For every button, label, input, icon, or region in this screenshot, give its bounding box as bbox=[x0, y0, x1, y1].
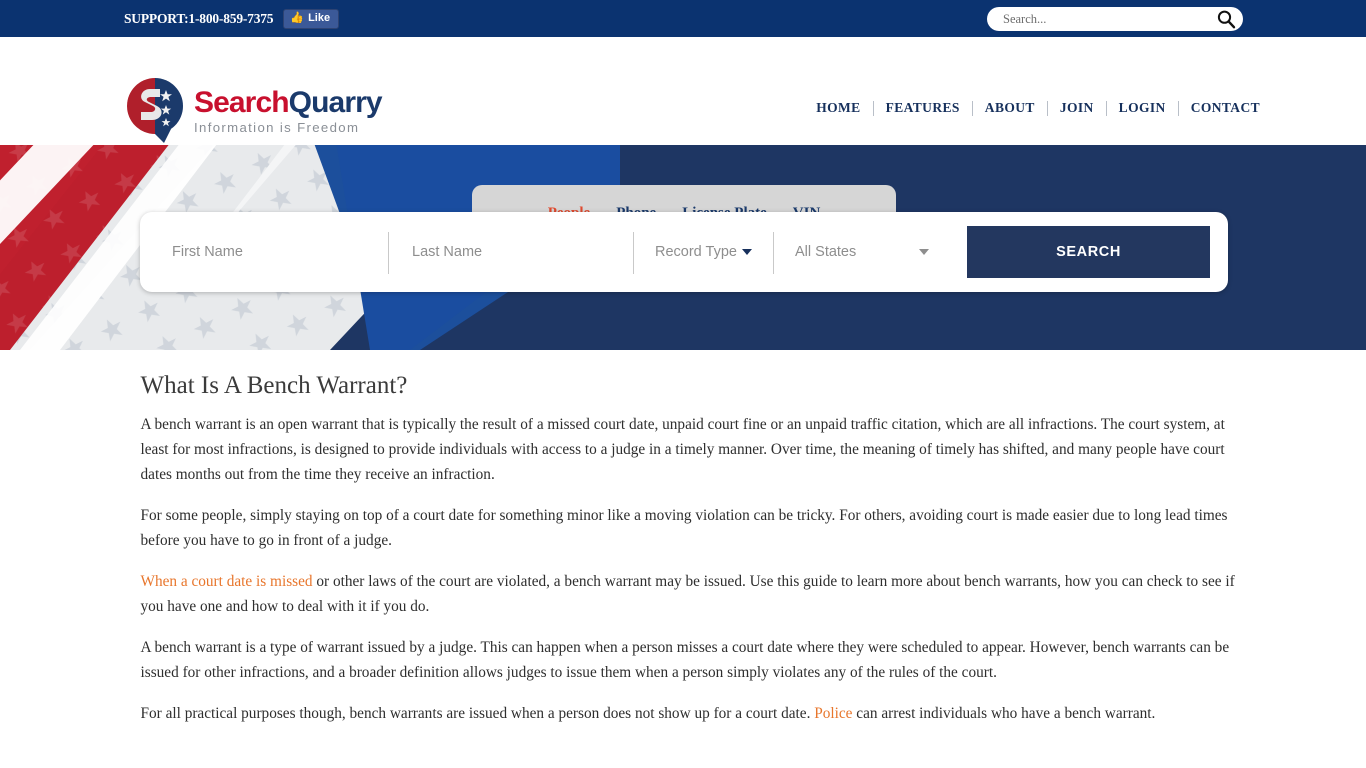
article-paragraph-5-after: can arrest individuals who have a bench … bbox=[852, 705, 1156, 722]
article-paragraph-5-before: For all practical purposes though, bench… bbox=[140, 705, 815, 722]
logo-text-search: Search bbox=[194, 86, 290, 120]
nav-item-join[interactable]: JOIN bbox=[1048, 100, 1106, 116]
topbar-left-group: SUPPORT:1-800-859-7375 👍 Like bbox=[124, 8, 340, 29]
state-select[interactable]: All States bbox=[795, 244, 943, 260]
nav-item-home[interactable]: HOME bbox=[804, 100, 872, 116]
site-header: SearchQuarry Information is Freedom HOME… bbox=[0, 37, 1366, 196]
record-type-field[interactable]: Record Type bbox=[633, 229, 773, 275]
logo-text-quarry: Quarry bbox=[288, 86, 383, 120]
first-name-field[interactable] bbox=[148, 229, 388, 275]
nav-item-features[interactable]: FEATURES bbox=[874, 100, 972, 116]
searchquarry-shield-icon bbox=[127, 78, 183, 143]
first-name-input[interactable] bbox=[170, 243, 388, 261]
state-field[interactable]: All States bbox=[773, 229, 943, 275]
search-form-panel: Record Type All States SEARCH bbox=[140, 212, 1228, 292]
article-paragraph-1: A bench warrant is an open warrant that … bbox=[140, 416, 1225, 483]
site-search-box[interactable] bbox=[987, 7, 1243, 31]
article-section: What Is A Bench Warrant? A bench warrant… bbox=[0, 372, 1366, 726]
facebook-like-button[interactable]: 👍 Like bbox=[283, 8, 340, 29]
magnifier-icon[interactable] bbox=[1215, 8, 1237, 30]
link-when-court-date-missed[interactable]: When a court date is missed bbox=[141, 573, 313, 590]
article-paragraph-4: A bench warrant is a type of warrant iss… bbox=[140, 639, 1230, 681]
record-type-select[interactable]: Record Type bbox=[655, 244, 773, 260]
chevron-down-icon bbox=[919, 249, 929, 255]
site-search-input[interactable] bbox=[1001, 9, 1215, 29]
article-paragraph-3: When a court date is missed or other law… bbox=[141, 569, 1240, 619]
logo-tagline: Information is Freedom bbox=[194, 120, 360, 136]
search-submit-button[interactable]: SEARCH bbox=[967, 226, 1210, 278]
top-utility-bar: SUPPORT:1-800-859-7375 👍 Like bbox=[0, 0, 1366, 37]
last-name-field[interactable] bbox=[388, 229, 633, 275]
last-name-input[interactable] bbox=[410, 243, 633, 261]
record-type-label: Record Type bbox=[655, 244, 737, 260]
link-police[interactable]: Police bbox=[814, 705, 852, 722]
logo-title: SearchQuarry bbox=[194, 86, 383, 120]
chevron-down-icon bbox=[741, 249, 752, 255]
state-label: All States bbox=[795, 244, 857, 260]
thumbs-up-icon: 👍 bbox=[290, 11, 305, 24]
article-heading: What Is A Bench Warrant? bbox=[140, 372, 408, 399]
article-paragraph-2: For some people, simply staying on top o… bbox=[140, 507, 1228, 549]
hero-banner: People Phone License Plate VIN Record Ty… bbox=[0, 145, 1366, 350]
site-logo[interactable]: SearchQuarry Information is Freedom bbox=[126, 77, 383, 143]
logo-wordmark: SearchQuarry Information is Freedom bbox=[194, 85, 383, 136]
nav-item-login[interactable]: LOGIN bbox=[1107, 100, 1178, 116]
article-container: What Is A Bench Warrant? A bench warrant… bbox=[127, 372, 1240, 726]
facebook-like-label: Like bbox=[308, 11, 331, 24]
article-paragraph-5: For all practical purposes though, bench… bbox=[141, 701, 1240, 726]
main-navigation: HOME FEATURES ABOUT JOIN LOGIN CONTACT bbox=[804, 100, 1272, 116]
nav-item-contact[interactable]: CONTACT bbox=[1179, 100, 1272, 116]
nav-item-about[interactable]: ABOUT bbox=[973, 100, 1047, 116]
support-phone-text: SUPPORT:1-800-859-7375 bbox=[124, 10, 274, 26]
